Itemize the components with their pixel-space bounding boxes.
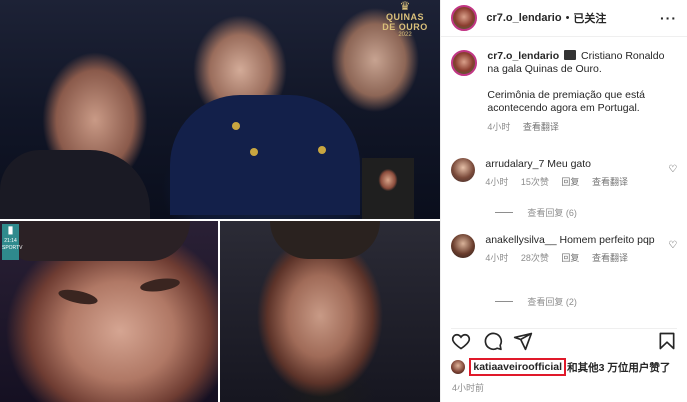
- image-panel-closeup-right: [220, 221, 441, 402]
- comment-icon[interactable]: [483, 331, 503, 351]
- likes-summary: katiaaveiroofficial 和其他3 万位用户赞了: [451, 358, 681, 376]
- heart-icon[interactable]: [451, 331, 471, 351]
- author-username[interactable]: cr7.o_lendario: [486, 12, 561, 24]
- instagram-post-view: ♛ QUINAS DE OURO 2022 ▮ 21:14 SPORTV cr7…: [0, 0, 687, 402]
- caption-author-avatar[interactable]: [451, 50, 478, 76]
- post-header: cr7.o_lendario • 已关注 ···: [441, 0, 687, 37]
- presenter-figure: [362, 158, 414, 220]
- clapperboard-icon: [564, 50, 577, 60]
- liker-avatar[interactable]: [451, 360, 466, 374]
- view-replies-link[interactable]: 查看回复 (6): [495, 206, 577, 219]
- comment-item: anakellysilva__ Homem perfeito pqp 4小时 2…: [451, 234, 677, 265]
- post-caption: cr7.o_lendario Cristiano Ronaldo na gala…: [451, 50, 677, 134]
- tv-channel-badge: ▮ 21:14 SPORTV: [2, 224, 22, 260]
- comment-item: arrudalary_7 Meu gato 4小时 15次赞 回复 查看翻译 ♡: [451, 158, 677, 189]
- caption-time: 4小时: [487, 122, 511, 132]
- post-image[interactable]: ♛ QUINAS DE OURO 2022 ▮ 21:14 SPORTV: [0, 0, 441, 402]
- caption-translate-link[interactable]: 查看翻译: [523, 122, 559, 132]
- comment-reply-link[interactable]: 回复: [561, 177, 579, 187]
- comment-translate-link[interactable]: 查看翻译: [592, 177, 628, 187]
- comment-reply-link[interactable]: 回复: [561, 253, 579, 263]
- comment-like-heart-icon[interactable]: ♡: [668, 240, 677, 251]
- comment-like-count[interactable]: 15次赞: [521, 177, 549, 187]
- likes-count-text[interactable]: 和其他3 万位用户赞了: [567, 360, 670, 375]
- post-timestamp: 4小时前: [452, 383, 485, 393]
- commenter-avatar[interactable]: [451, 234, 476, 258]
- post-action-bar: [451, 328, 678, 353]
- comment-translate-link[interactable]: 查看翻译: [592, 253, 628, 263]
- comment-text: Homem perfeito pqp: [559, 234, 655, 246]
- following-button[interactable]: 已关注: [573, 10, 606, 26]
- commenter-avatar[interactable]: [451, 158, 476, 182]
- comment-text: Meu gato: [547, 158, 592, 170]
- bookmark-icon[interactable]: [657, 331, 677, 351]
- comment-time: 4小时: [485, 253, 509, 263]
- more-options-icon[interactable]: ···: [660, 10, 677, 26]
- comment-like-count[interactable]: 28次赞: [521, 253, 549, 263]
- crown-icon: ♛: [399, 0, 411, 13]
- comment-username[interactable]: arrudalary_7: [485, 158, 544, 170]
- view-replies-link[interactable]: 查看回复 (2): [495, 295, 577, 308]
- image-panel-ceremony: ♛ QUINAS DE OURO 2022: [0, 0, 441, 220]
- share-icon[interactable]: [513, 331, 533, 351]
- post-sidebar: cr7.o_lendario • 已关注 ··· cr7.o_lendario …: [440, 0, 687, 402]
- comment-time: 4小时: [485, 177, 509, 187]
- author-avatar[interactable]: [451, 5, 478, 31]
- image-panel-closeup-left: [0, 221, 218, 402]
- comment-like-heart-icon[interactable]: ♡: [668, 164, 677, 175]
- caption-text-2: Cerimônia de premiação que está acontece…: [487, 89, 645, 114]
- liker-username-highlighted[interactable]: katiaaveiroofficial: [469, 358, 567, 376]
- quinas-de-ouro-logo: ♛ QUINAS DE OURO 2022: [372, 0, 438, 46]
- comment-username[interactable]: anakellysilva__: [485, 234, 556, 246]
- caption-username[interactable]: cr7.o_lendario: [487, 50, 559, 62]
- tv-icon: ▮: [7, 225, 14, 236]
